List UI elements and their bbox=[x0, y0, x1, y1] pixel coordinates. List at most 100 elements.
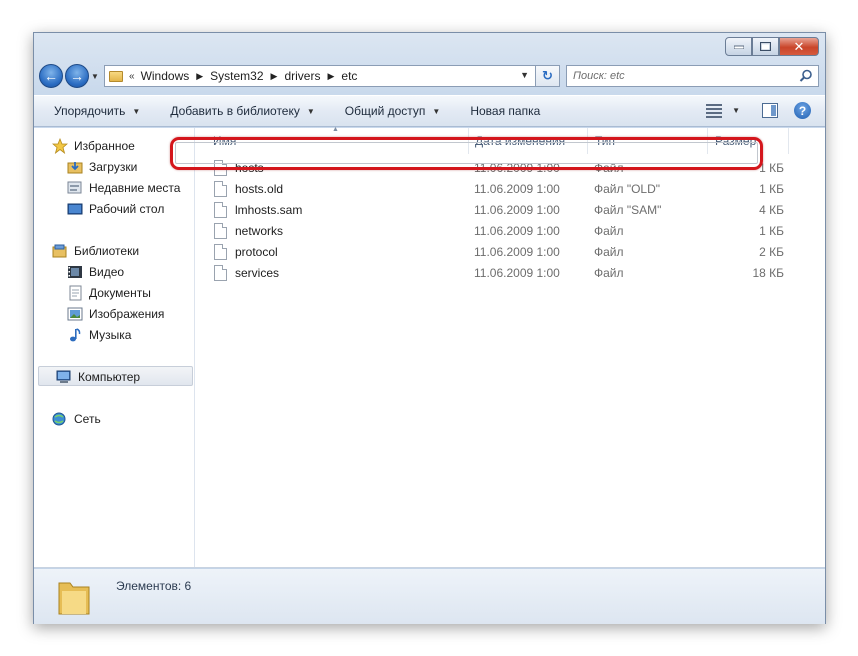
file-row-lmhosts-sam[interactable]: lmhosts.sam 11.06.2009 1:00 Файл "SAM" 4… bbox=[214, 200, 784, 220]
network-icon bbox=[52, 411, 68, 427]
file-row-protocol[interactable]: protocol 11.06.2009 1:00 Файл 2 КБ bbox=[214, 242, 784, 262]
search-input[interactable]: Поиск: etc bbox=[566, 65, 819, 87]
file-name: networks bbox=[235, 224, 284, 238]
navigation-bar: ← → ▼ « Windows ▶ System32 ▶ drivers ▶ e… bbox=[39, 63, 819, 89]
arrow-left-icon: ← bbox=[44, 68, 58, 84]
chevron-down-icon: ▼ bbox=[432, 106, 441, 116]
sidebar-item-label: Сеть bbox=[74, 411, 101, 426]
file-icon bbox=[214, 223, 227, 239]
images-icon bbox=[67, 306, 83, 322]
file-size: 4 КБ bbox=[759, 203, 784, 217]
recent-places-icon bbox=[67, 180, 83, 196]
sidebar-item-label: Музыка bbox=[89, 327, 132, 342]
sidebar-item-label: Документы bbox=[89, 285, 151, 300]
refresh-button[interactable]: ↻ bbox=[536, 65, 560, 87]
chevron-down-icon: ▼ bbox=[306, 106, 315, 116]
file-icon bbox=[214, 244, 227, 260]
address-dropdown-icon[interactable]: ▼ bbox=[520, 70, 529, 80]
file-type: Файл bbox=[594, 245, 624, 259]
file-icon bbox=[214, 181, 227, 197]
file-row-services[interactable]: services 11.06.2009 1:00 Файл 18 КБ bbox=[214, 263, 784, 283]
arrow-right-icon: → bbox=[70, 68, 84, 84]
view-dropdown-icon[interactable]: ▼ bbox=[732, 106, 740, 115]
sidebar-item-label: Библиотеки bbox=[74, 243, 140, 258]
file-icon bbox=[214, 202, 227, 218]
sidebar-item-favorites[interactable]: Избранное bbox=[52, 136, 135, 155]
breadcrumb-etc[interactable]: etc bbox=[341, 69, 357, 83]
libraries-icon bbox=[52, 243, 68, 259]
sidebar-item-label: Изображения bbox=[89, 306, 165, 321]
search-icon bbox=[799, 69, 812, 82]
maximize-icon bbox=[760, 42, 771, 51]
close-button[interactable]: ✕ bbox=[779, 37, 819, 56]
search-placeholder: Поиск: etc bbox=[573, 70, 625, 82]
downloads-folder-icon bbox=[67, 159, 83, 175]
file-type: Файл "OLD" bbox=[594, 182, 661, 196]
back-button[interactable]: ← bbox=[39, 64, 63, 88]
music-icon bbox=[67, 327, 83, 343]
sidebar-item-label: Видео bbox=[89, 264, 125, 279]
breadcrumb-arrow-icon[interactable]: ▶ bbox=[196, 71, 203, 82]
add-to-library-menu[interactable]: Добавить в библиотеку ▼ bbox=[170, 104, 314, 118]
sidebar-item-libraries[interactable]: Библиотеки bbox=[52, 241, 139, 260]
preview-pane-icon[interactable] bbox=[762, 103, 778, 118]
file-size: 1 КБ bbox=[759, 182, 784, 196]
sidebar-item-computer[interactable]: Компьютер bbox=[56, 367, 140, 386]
organize-menu[interactable]: Упорядочить ▼ bbox=[54, 104, 140, 118]
file-row-hosts-old[interactable]: hosts.old 11.06.2009 1:00 Файл "OLD" 1 К… bbox=[214, 179, 784, 199]
minimize-button[interactable] bbox=[725, 37, 752, 56]
close-icon: ✕ bbox=[793, 38, 805, 54]
breadcrumb-drivers[interactable]: drivers bbox=[284, 69, 320, 83]
forward-button[interactable]: → bbox=[65, 64, 89, 88]
file-row-networks[interactable]: networks 11.06.2009 1:00 Файл 1 КБ bbox=[214, 221, 784, 241]
breadcrumb-arrow-icon[interactable]: ▶ bbox=[271, 71, 278, 82]
file-date: 11.06.2009 1:00 bbox=[474, 203, 560, 217]
file-name: services bbox=[235, 266, 280, 280]
file-list: Имя ▲ Дата изменения Тип Размер hosts 11… bbox=[196, 126, 825, 567]
file-size: 18 КБ bbox=[752, 266, 784, 280]
folder-icon bbox=[109, 70, 123, 82]
breadcrumb-arrow-icon[interactable]: ▶ bbox=[327, 71, 334, 82]
computer-icon bbox=[56, 369, 72, 385]
sort-ascending-icon: ▲ bbox=[332, 126, 339, 133]
sidebar-item-documents[interactable]: Документы bbox=[67, 283, 151, 302]
file-name: protocol bbox=[235, 245, 278, 259]
sidebar-item-label: Избранное bbox=[74, 138, 135, 153]
desktop-icon bbox=[67, 201, 83, 217]
address-bar[interactable]: « Windows ▶ System32 ▶ drivers ▶ etc ▼ bbox=[104, 65, 536, 87]
sidebar-item-video[interactable]: Видео bbox=[67, 262, 124, 281]
sidebar-item-network[interactable]: Сеть bbox=[52, 409, 101, 428]
new-folder-button[interactable]: Новая папка bbox=[470, 104, 540, 118]
selected-row-outline bbox=[175, 142, 758, 164]
sidebar-item-label: Рабочий стол bbox=[89, 201, 165, 216]
chevron-down-icon: ▼ bbox=[132, 106, 141, 116]
file-name: lmhosts.sam bbox=[235, 203, 303, 217]
sidebar-item-downloads[interactable]: Загрузки bbox=[67, 157, 137, 176]
breadcrumb-windows[interactable]: Windows bbox=[141, 69, 190, 83]
share-menu[interactable]: Общий доступ ▼ bbox=[345, 104, 441, 118]
sidebar-item-music[interactable]: Музыка bbox=[67, 325, 131, 344]
sidebar-item-label: Компьютер bbox=[78, 369, 141, 384]
view-options-icon[interactable] bbox=[706, 103, 723, 118]
star-icon bbox=[52, 137, 68, 154]
sidebar-item-desktop[interactable]: Рабочий стол bbox=[67, 199, 164, 218]
help-icon[interactable]: ? bbox=[794, 102, 811, 119]
main-content: Избранное Загрузки Недавние места Рабочи… bbox=[34, 126, 825, 568]
breadcrumb-system32[interactable]: System32 bbox=[210, 69, 263, 83]
sidebar-item-images[interactable]: Изображения bbox=[67, 304, 164, 323]
maximize-button[interactable] bbox=[752, 37, 779, 56]
breadcrumb-overflow[interactable]: « bbox=[129, 71, 135, 82]
file-icon bbox=[214, 265, 227, 281]
caption-buttons: ✕ bbox=[725, 37, 819, 56]
recent-pages-dropdown[interactable]: ▼ bbox=[90, 72, 100, 81]
file-date: 11.06.2009 1:00 bbox=[474, 182, 560, 196]
add-to-library-label: Добавить в библиотеку bbox=[170, 104, 300, 118]
refresh-icon: ↻ bbox=[542, 68, 553, 83]
sidebar-item-recent[interactable]: Недавние места bbox=[67, 178, 180, 197]
file-size: 2 КБ bbox=[759, 245, 784, 259]
column-divider[interactable] bbox=[788, 128, 789, 154]
organize-label: Упорядочить bbox=[54, 104, 126, 118]
video-icon bbox=[67, 264, 83, 280]
file-size: 1 КБ bbox=[759, 224, 784, 238]
file-type: Файл bbox=[594, 266, 624, 280]
